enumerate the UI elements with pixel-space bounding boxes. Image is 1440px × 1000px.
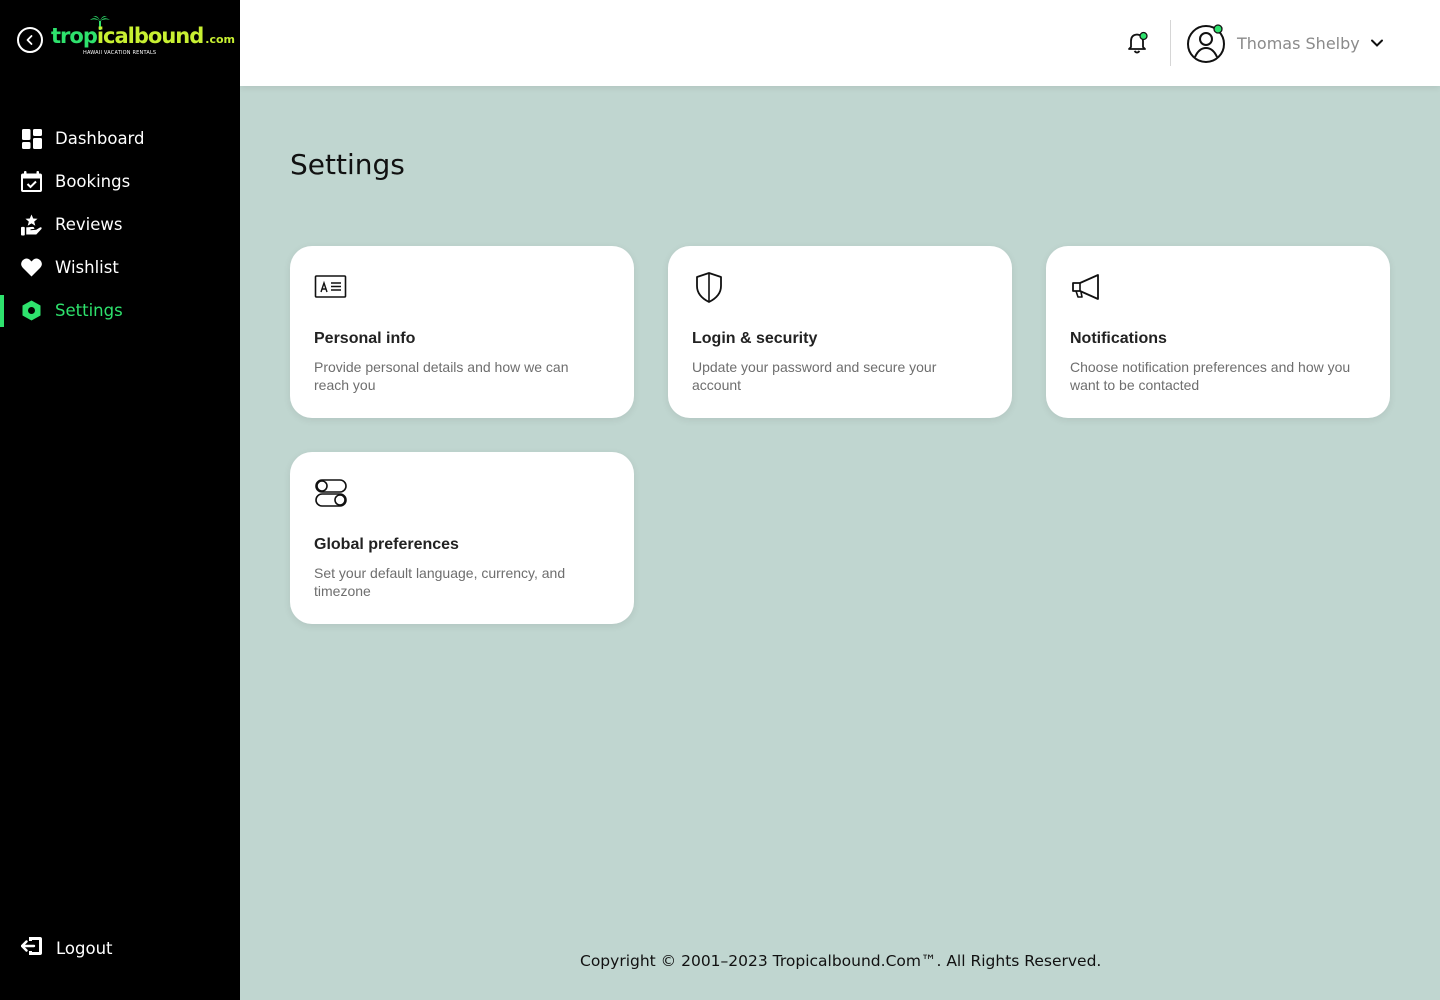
card-description: Update your password and secure your acc… — [692, 359, 937, 393]
sidebar-item-label: Bookings — [55, 172, 131, 191]
sidebar-item-label: Settings — [55, 301, 123, 320]
back-button[interactable] — [17, 27, 43, 53]
top-bar: Thomas Shelby — [240, 0, 1440, 86]
card-title: Login & security — [692, 330, 818, 347]
bell-icon — [1128, 31, 1148, 54]
card-description: Provide personal details and how we can … — [314, 359, 569, 393]
shield-icon — [696, 272, 722, 303]
notifications-button[interactable] — [1125, 30, 1151, 56]
sidebar-nav: Dashboard Bookings Reviews Wishlist Sett… — [0, 117, 240, 332]
heart-icon — [21, 257, 42, 278]
logo-wordmark: tropicalbound .com — [51, 24, 235, 48]
header-divider — [1170, 20, 1171, 66]
chevron-left-icon — [26, 35, 33, 45]
settings-hex-icon — [21, 300, 42, 321]
global-preferences-card[interactable]: Global preferences Set your default lang… — [290, 452, 634, 624]
sidebar-item-dashboard[interactable]: Dashboard — [0, 117, 240, 160]
id-card-icon — [314, 275, 347, 298]
chevron-down-icon — [1370, 39, 1383, 47]
sidebar-item-bookings[interactable]: Bookings — [0, 160, 240, 203]
card-title: Notifications — [1070, 330, 1167, 347]
sidebar-item-label: Reviews — [55, 215, 123, 234]
sidebar-item-settings[interactable]: Settings — [0, 289, 240, 332]
user-avatar-icon — [1187, 24, 1225, 63]
notifications-card[interactable]: Notifications Choose notification prefer… — [1046, 246, 1390, 418]
login-security-card[interactable]: Login & security Update your password an… — [668, 246, 1012, 418]
toggles-icon — [315, 479, 347, 507]
logout-button[interactable]: Logout — [20, 935, 113, 961]
calendar-check-icon — [21, 171, 42, 192]
sidebar: tropicalbound .com HAWAII VACATION RENTAL… — [0, 0, 240, 1000]
card-description: Set your default language, currency, and… — [314, 565, 566, 599]
megaphone-icon — [1072, 274, 1099, 300]
brand-logo[interactable]: tropicalbound .com HAWAII VACATION RENTAL… — [51, 16, 235, 60]
personal-info-card[interactable]: Personal info Provide personal details a… — [290, 246, 634, 418]
dashboard-icon — [21, 128, 42, 149]
star-hand-icon — [21, 214, 42, 235]
logout-icon — [20, 935, 43, 961]
sidebar-item-label: Wishlist — [55, 258, 119, 277]
sidebar-item-label: Dashboard — [55, 129, 145, 148]
page-title: Settings — [290, 148, 405, 181]
card-description: Choose notification preferences and how … — [1070, 359, 1351, 393]
logout-label: Logout — [56, 938, 113, 958]
card-title: Global preferences — [314, 536, 459, 553]
sidebar-item-reviews[interactable]: Reviews — [0, 203, 240, 246]
user-name: Thomas Shelby — [1237, 33, 1360, 53]
sidebar-item-wishlist[interactable]: Wishlist — [0, 246, 240, 289]
user-menu[interactable]: Thomas Shelby — [1186, 22, 1384, 64]
logo-row: tropicalbound .com HAWAII VACATION RENTAL… — [17, 16, 235, 60]
footer-copyright: Copyright © 2001–2023 Tropicalbound.Com™… — [580, 952, 1102, 970]
card-title: Personal info — [314, 330, 416, 347]
logo-tagline: HAWAII VACATION RENTALS — [83, 50, 157, 56]
